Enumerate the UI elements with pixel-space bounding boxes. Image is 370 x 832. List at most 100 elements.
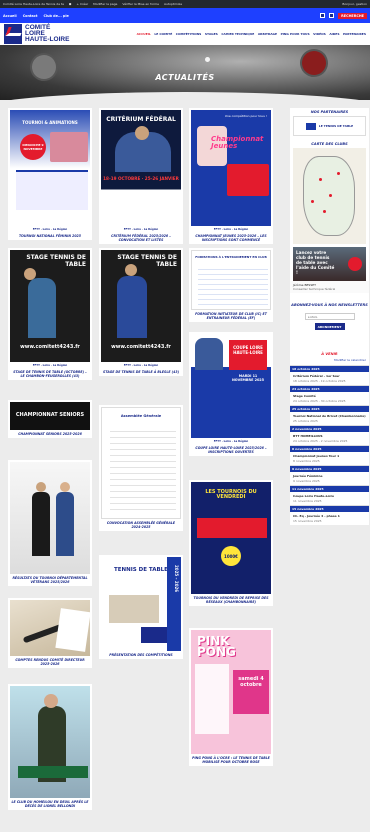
event-item[interactable]: 24 octobre 2025 Stage Comité 24 octobre 20… (290, 385, 369, 405)
post-title[interactable]: CHAMPIONNAT SENIORS 2025-2026 (10, 430, 90, 436)
post-image-sub: 2025 – 2026 (174, 565, 179, 593)
admin-bar-item[interactable]: Vérifier la Mise en forme (122, 2, 159, 6)
post-image: STAGE TENNIS DE TABLE www.comitett4243.f… (10, 250, 90, 368)
nav-item-comite[interactable]: LE COMITÉ (154, 32, 172, 36)
site-logo[interactable]: COMITÉ LOIRE HAUTE-LOIRE (4, 24, 69, 44)
post-card[interactable]: COMPTES RENDUS COMITÉ DIRECTEUR 2025-202… (8, 598, 92, 668)
fftt-logo-icon (305, 122, 316, 130)
site-header: COMITÉ LOIRE HAUTE-LOIRE ACCUEIL LE COMI… (0, 23, 370, 45)
post-image (10, 462, 90, 574)
post-image: COUPE LOIRE HAUTE-LOIRE MARDI 11 NOVEMBR… (191, 334, 271, 444)
post-title[interactable]: TOURNOIS DU VENDREDI DE REPRISE DES RÉSE… (191, 594, 271, 604)
post-title[interactable]: STAGE DE TENNIS DE TABLE (OCTOBRE) – LE … (10, 368, 90, 378)
post-image-title: LES TOURNOIS DU VENDREDI (205, 489, 257, 500)
post-image: TENNIS DE TABLE 2025 – 2026 (101, 557, 181, 651)
post-title[interactable]: COMPTES RENDUS COMITÉ DIRECTEUR 2025-202… (10, 656, 90, 666)
comments-icon[interactable]: ◼ (69, 2, 72, 6)
main-nav: ACCUEIL LE COMITÉ COMPÉTITIONS STAGES CA… (137, 32, 366, 36)
post-image-title: FORMATIONS À L'ENTRAINEMENT EN CLUB (195, 255, 267, 259)
search-button[interactable]: RECHERCHE (338, 12, 367, 19)
hero-banner: ACTUALITÉS (0, 45, 370, 100)
post-title[interactable]: STAGE DE TENNIS DE TABLE À BLESLE (43) (101, 368, 181, 374)
subscribe-button[interactable]: ABONNEMENT (314, 323, 345, 330)
post-title[interactable]: COUPE LOIRE HAUTE-LOIRE 2025/2026 – INSC… (191, 444, 271, 454)
partner-logo[interactable]: LE TENNIS DE TABLE (293, 116, 366, 136)
nav-item-stages[interactable]: STAGES (205, 32, 218, 36)
logo-line: HAUTE-LOIRE (25, 36, 70, 43)
newsletter-title: ABONNEZ-VOUS À NOS NEWSLETTERS (291, 303, 368, 307)
contact-role: Conseiller technique fédéral (293, 287, 336, 291)
post-image-sub: 1000€ (221, 546, 241, 566)
post-card[interactable]: TENNIS DE TABLE 2025 – 2026 PRÉSENTATION… (99, 555, 183, 659)
top-link-contact[interactable]: Contact (23, 14, 38, 18)
post-card[interactable]: CRITÉRIUM FÉDÉRAL 18-19 OCTOBRE · 25-26 … (99, 108, 183, 244)
post-title[interactable]: PRÉSENTATION DES COMPÉTITIONS (101, 651, 181, 657)
event-item[interactable]: 8 novembre 2025 Championnat Jeunes Tour 1… (290, 445, 369, 465)
nav-item-aides[interactable]: AIDES (329, 32, 339, 36)
nav-item-competitions[interactable]: COMPÉTITIONS (176, 32, 202, 36)
post-card[interactable]: COUPE LOIRE HAUTE-LOIRE MARDI 11 NOVEMBR… (189, 332, 273, 456)
post-title[interactable]: TOURNOI NATIONAL FÉMININ 2025 (10, 232, 90, 238)
top-link-home[interactable]: Accueil (3, 14, 17, 18)
event-item[interactable]: 18 octobre 2025 Critérium Fédéral - 1er t… (290, 365, 369, 385)
event-name: Tournoi National de Brivet (Chambonnaire… (293, 414, 366, 418)
post-card[interactable]: LE CLUB DU HOMEILOU EN DEUIL APRÈS LE DÉ… (8, 684, 92, 810)
post-card[interactable]: STAGE TENNIS DE TABLE www.comitett4243.f… (99, 248, 183, 376)
post-title[interactable]: RÉSULTATS DU TOURNOI DÉPARTEMENTAL VÉTÉR… (10, 574, 90, 584)
admin-bar-item[interactable]: + Créer (77, 2, 89, 6)
post-card[interactable]: Une compétition pour tous ! Championnat … (189, 108, 273, 244)
post-image-sub: 18-19 OCTOBRE · 25-26 JANVIER (103, 176, 179, 181)
event-dates: 25 octobre 2025 (293, 419, 318, 423)
event-dates: 8 novembre 2025 (293, 459, 320, 463)
nav-item-cahier[interactable]: CAHIER TECHNIQUE (221, 32, 254, 36)
nav-item-accueil[interactable]: ACCUEIL (137, 32, 151, 36)
post-image (10, 600, 90, 656)
event-item[interactable]: 15 novembre 2025 Ch. Eq - Journée 4 - pha… (290, 505, 369, 525)
post-title[interactable]: FORMATION INITIATEUR DE CLUB (IC) ET ENT… (191, 310, 271, 320)
post-image-sub: MARDI 11 NOVEMBRE 2025 (231, 374, 265, 382)
nav-item-videos[interactable]: VIDÉOS (313, 32, 326, 36)
post-image-title: STAGE TENNIS DE TABLE (26, 254, 86, 268)
top-link-club[interactable]: Club de... ple (43, 14, 68, 18)
page-title: ACTUALITÉS (155, 73, 215, 82)
club-creation-text: Lancez votre club de tennis de table ave… (296, 250, 335, 275)
top-bar: Accueil Contact Club de... ple RECHERCHE (0, 8, 370, 23)
admin-bar-item[interactable]: Autoptimize (164, 2, 182, 6)
post-card[interactable]: Assemblée Générale CONVOCATION ASSEMBLÉE… (99, 405, 183, 531)
post-card[interactable]: STAGE TENNIS DE TABLE www.comitett4243.f… (8, 248, 92, 380)
post-image (10, 686, 90, 798)
event-item[interactable]: 11 novembre 2025 Coupe Loire Haute-Loire 1… (290, 485, 369, 505)
clubs-map[interactable] (293, 148, 366, 244)
admin-greeting[interactable]: Bonjour, gestion (342, 2, 367, 6)
post-image: LES TOURNOIS DU VENDREDI 1000€ (191, 482, 271, 594)
event-item[interactable]: 9 novembre 2025 Journée Féminine 9 novembr… (290, 465, 369, 485)
post-image-title: Assemblée Générale (120, 414, 162, 418)
nav-item-ping[interactable]: PING POUR TOUS (281, 32, 310, 36)
post-image-sub: www.comitett4243.fr (20, 344, 80, 350)
event-item[interactable]: 25 octobre 2025 Tournoi National de Brive… (290, 405, 369, 425)
nav-item-partenaires[interactable]: PARTENAIRES (343, 32, 366, 36)
post-title[interactable]: CONVOCATION ASSEMBLÉE GÉNÉRALE 2024-2025 (101, 519, 181, 529)
calendar-link[interactable]: Modifier le calendrier (290, 358, 369, 365)
admin-bar-item[interactable]: Comité Loire Haute-Loire de Tennis de ta (3, 2, 64, 6)
youtube-icon[interactable] (329, 13, 335, 18)
post-title[interactable]: CRITÉRIUM FÉDÉRAL 2025/2026 – CONVOCATIO… (101, 232, 181, 242)
post-image-title: PINK PONG (197, 634, 236, 659)
admin-bar-item[interactable]: Modifier la page (93, 2, 117, 6)
post-title[interactable]: PING PONG À L'OCRE : LE TENNIS DE TABLE … (191, 754, 271, 764)
post-title[interactable]: LE CLUB DU HOMEILOU EN DEUIL APRÈS LE DÉ… (10, 798, 90, 808)
post-card[interactable]: RÉSULTATS DU TOURNOI DÉPARTEMENTAL VÉTÉR… (8, 460, 92, 586)
post-image: CHAMPIONNAT SENIORS (10, 402, 90, 430)
facebook-icon[interactable] (320, 13, 326, 18)
event-dates: 9 novembre 2025 (293, 479, 320, 483)
newsletter-email-input[interactable] (304, 313, 355, 320)
post-title[interactable]: CHAMPIONNAT JEUNES 2025-2026 – LES INSCR… (191, 232, 271, 242)
nav-item-arbitrage[interactable]: ARBITRAGE (258, 32, 277, 36)
post-card[interactable]: LES TOURNOIS DU VENDREDI 1000€ TOURNOIS … (189, 480, 273, 606)
post-card[interactable]: FORMATIONS À L'ENTRAINEMENT EN CLUB FORM… (189, 248, 273, 322)
event-item[interactable]: 2 novembre 2025 BTT HOMEILLOUS 24 octobre … (290, 425, 369, 445)
post-card[interactable]: PINK PONG samedi 4 octobre PING PONG À L… (189, 628, 273, 766)
club-creation-banner[interactable]: Lancez votre club de tennis de table ave… (293, 247, 366, 281)
post-card[interactable]: CHAMPIONNAT SENIORS CHAMPIONNAT SENIORS … (8, 400, 92, 438)
post-card[interactable]: TOURNOI & ANIMATIONS DIMANCHE 9 NOVEMBRE… (8, 108, 92, 240)
